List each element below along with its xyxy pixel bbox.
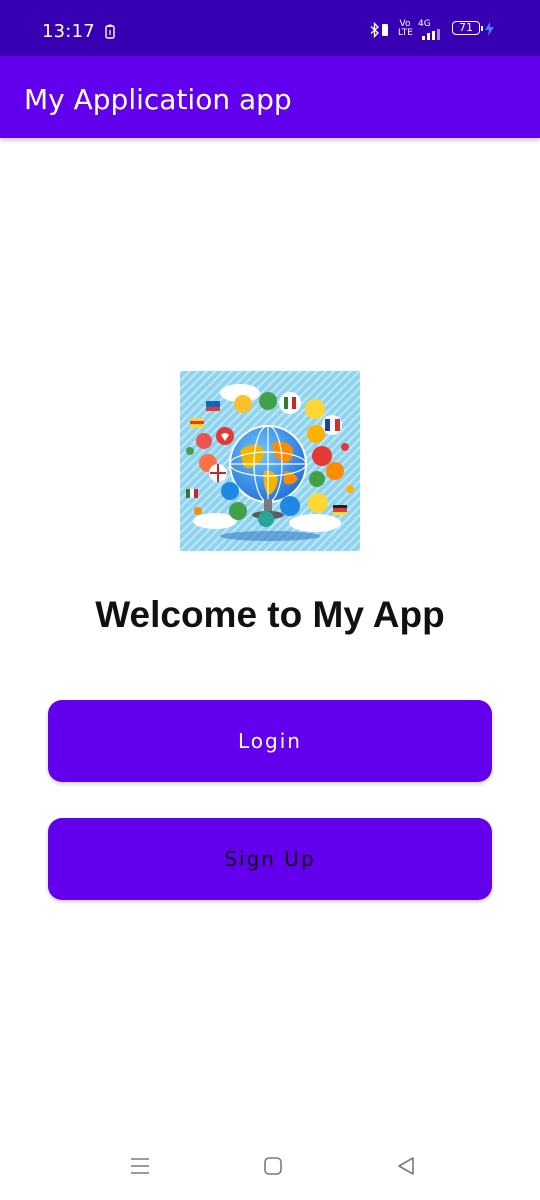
globe-languages-illustration	[180, 371, 360, 551]
vibrate-icon	[382, 24, 388, 36]
network-type-label: 4G	[418, 19, 431, 29]
recent-apps-icon[interactable]	[130, 1156, 150, 1176]
status-icons: Vo LTE 4G 71	[370, 19, 510, 43]
app-title: My Application app	[24, 83, 292, 116]
status-time: 13:17	[42, 21, 95, 42]
battery-level: 71	[459, 21, 473, 34]
home-icon[interactable]	[263, 1156, 283, 1176]
battery-icon: 71	[452, 21, 480, 35]
signup-button[interactable]: Sign Up	[48, 818, 492, 900]
back-icon[interactable]	[396, 1156, 416, 1176]
charging-icon	[485, 22, 494, 36]
bluetooth-icon	[370, 22, 380, 38]
login-button[interactable]: Login	[48, 700, 492, 782]
app-bar: My Application app	[0, 56, 540, 138]
navigation-bar	[0, 1140, 540, 1200]
signal-icon	[422, 29, 440, 40]
status-bar: 13:17 Vo LTE 4G 71	[0, 0, 540, 56]
welcome-title: Welcome to My App	[95, 594, 445, 635]
clipboard-icon	[105, 24, 115, 39]
volte-icon: Vo LTE	[398, 19, 413, 38]
battery-tip	[481, 26, 483, 31]
